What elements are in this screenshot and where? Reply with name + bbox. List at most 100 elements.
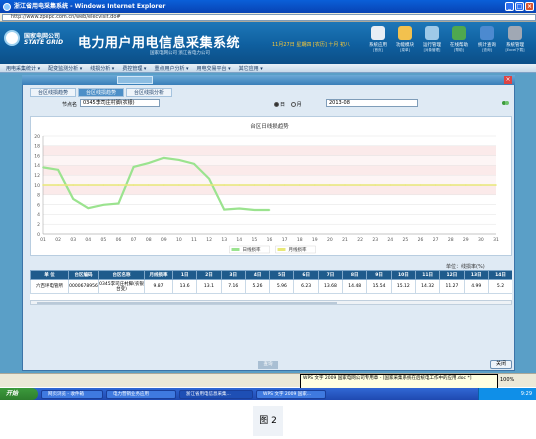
home-icon	[371, 26, 385, 40]
menu-item-3[interactable]: 费控管理 ▾	[122, 65, 146, 72]
start-button[interactable]: 开始	[0, 388, 38, 400]
toolbar-tool-0[interactable]: 系统应用 [首页]	[365, 24, 391, 60]
data-point	[223, 208, 225, 211]
data-point	[238, 207, 241, 210]
table-cell: 13.68	[317, 279, 344, 294]
table-header-cell: 1日	[171, 270, 198, 280]
state-grid-logo-icon	[4, 30, 20, 46]
x-tick-label: 19	[312, 237, 318, 243]
y-tick-label: 20	[34, 134, 40, 140]
table-cell: 5.96	[269, 279, 295, 294]
unit-text: 单位：线损率(%)	[446, 264, 485, 270]
maximize-button[interactable]: □	[515, 2, 524, 11]
table-cell: 0345李司庄村脚(农银台变)	[98, 279, 145, 294]
x-tick-label: 27	[433, 237, 439, 243]
x-tick-label: 24	[387, 237, 393, 243]
horizontal-scrollbar[interactable]	[30, 300, 512, 305]
menu-item-6[interactable]: 其它应用 ▾	[239, 65, 263, 72]
x-tick-label: 23	[372, 237, 378, 243]
data-point	[147, 162, 150, 164]
gear-icon	[425, 26, 439, 40]
toolbar-tool-3[interactable]: 在线帮助 [帮助]	[446, 24, 472, 60]
dialog-title-tab	[117, 76, 153, 84]
table-row[interactable]: 六百坪电管所 0000678956 0345李司庄村脚(农银台变) 9.87 13.6 1…	[30, 279, 512, 294]
x-tick-label: 07	[131, 237, 137, 243]
close-button[interactable]: 关闭	[490, 360, 512, 369]
menu-item-4[interactable]: 重点用户分析 ▾	[154, 65, 188, 72]
table-cell: 14.32	[414, 279, 441, 294]
table-header-row: 单 位台区编码 台区名称 月线损率 1日 2日 3日 4日 5日 6日 7日 8日 9日 10日 11日 1…	[30, 270, 512, 280]
toolbar-tool-2[interactable]: 运行管理 [对象管理]	[419, 24, 445, 60]
ie-icon	[3, 3, 11, 11]
x-tick-label: 26	[418, 237, 424, 243]
menu-item-2[interactable]: 线损分析 ▾	[90, 65, 114, 72]
tab-line-loss-trend[interactable]: 台区线损趋势	[30, 88, 76, 97]
data-point	[132, 166, 135, 168]
table-cell: 6.23	[293, 279, 319, 294]
data-point	[344, 184, 346, 186]
toolbar-tool-1[interactable]: 功能模块 [菜单]	[392, 24, 418, 60]
table-header-cell: 14日	[487, 270, 512, 280]
toolbar-tool-4[interactable]: 统计查询 [查询]	[474, 24, 500, 60]
data-point	[374, 184, 377, 186]
node-input[interactable]: 0345李司庄村脚(农银)	[80, 99, 160, 107]
x-tick-label: 02	[55, 237, 61, 243]
taskbar-item[interactable]: 网页浏览 - 收件箱	[41, 389, 103, 399]
tool-sublabel: [首页]	[373, 48, 383, 52]
node-label: 节点名	[62, 102, 78, 108]
x-tick-label: 20	[327, 237, 333, 243]
x-tick-label: 12	[206, 237, 212, 243]
data-point	[480, 184, 482, 186]
menu-item-1[interactable]: 配变监测分析 ▾	[48, 65, 82, 72]
system-title: 电力用户用电信息采集系统	[78, 36, 241, 51]
refresh-icon[interactable]	[502, 100, 509, 106]
x-tick-label: 30	[478, 237, 484, 243]
x-tick-label: 03	[70, 237, 76, 243]
table-cell: 5.26	[244, 279, 271, 294]
toolbar-tool-5[interactable]: 系统管理 [Excel下载]	[502, 24, 528, 60]
tab-line-loss-trend-active[interactable]: 台区线损趋势	[78, 88, 124, 97]
scrollbar-thumb[interactable]	[37, 302, 337, 304]
x-tick-label: 17	[282, 237, 288, 243]
close-window-button[interactable]: ×	[525, 2, 534, 11]
table-header-cell: 月线损率	[144, 270, 173, 280]
x-tick-label: 13	[221, 237, 227, 243]
data-point	[117, 184, 120, 186]
menu-item-5[interactable]: 用电交易平台 ▾	[197, 65, 231, 72]
data-point	[465, 184, 467, 186]
taskbar-item-active[interactable]: 浙江省用电信息采集...	[179, 389, 253, 399]
taskbar-item[interactable]: 电力营销业务应用	[106, 389, 176, 399]
logo: 国家电网公司 STATE GRID	[4, 28, 74, 58]
query-button[interactable]: 查询	[258, 361, 278, 369]
taskbar-item[interactable]: WPS 文字 2009 国家...	[256, 389, 326, 399]
minimize-button[interactable]: _	[505, 2, 514, 11]
data-point	[102, 203, 105, 206]
data-point	[208, 177, 210, 180]
radio-month[interactable]	[290, 102, 296, 107]
legend-label: 日线损率	[243, 246, 261, 253]
chart-band	[43, 165, 496, 176]
table-header-cell: 台区名称	[98, 270, 145, 280]
address-input[interactable]: http://www.zpepc.com.cn/web/elecvisit.do…	[2, 14, 536, 21]
dialog-close-icon[interactable]: ×	[504, 76, 512, 84]
table-cell: 0000678956	[68, 279, 99, 294]
menu-item-0[interactable]: 用电采集统计 ▾	[6, 65, 40, 72]
data-point	[268, 184, 271, 186]
system-tray-clock: 9:29	[478, 388, 536, 400]
data-table: 单 位台区编码 台区名称 月线损率 1日 2日 3日 4日 5日 6日 7日 8日 9日 10日 11日 1…	[30, 270, 512, 300]
data-point	[117, 202, 120, 205]
zoom-level[interactable]: 100%	[500, 377, 514, 383]
y-tick-label: 10	[34, 183, 40, 189]
date-input[interactable]: 2013-08	[326, 99, 418, 107]
data-point	[359, 184, 361, 186]
help-icon	[452, 26, 466, 40]
table-cell: 15.54	[366, 279, 392, 294]
tab-line-loss-analysis[interactable]: 台区线损分析	[126, 88, 172, 97]
dialog-titlebar: ×	[22, 75, 515, 85]
chart-icon	[480, 26, 494, 40]
x-tick-label: 28	[448, 237, 454, 243]
tool-sublabel: [查询]	[482, 48, 492, 52]
table-cell: 13.6	[171, 279, 198, 294]
radio-day[interactable]	[274, 102, 279, 107]
data-point	[298, 184, 301, 186]
